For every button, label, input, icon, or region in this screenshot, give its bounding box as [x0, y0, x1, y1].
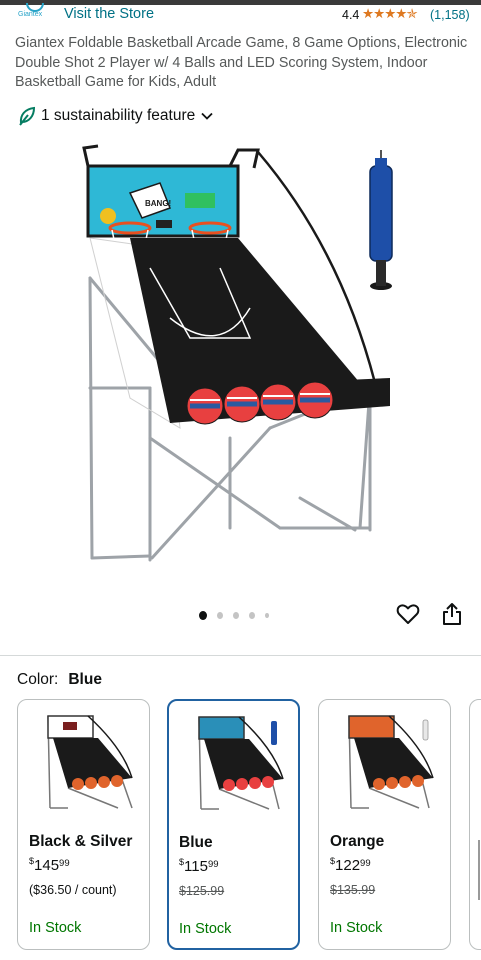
color-option-next-peek[interactable] — [469, 699, 481, 950]
carousel-dot[interactable] — [264, 612, 269, 618]
carousel-dot[interactable] — [216, 611, 223, 619]
brand-logo-text: Giantex — [18, 11, 43, 18]
product-title: Giantex Foldable Basketball Arcade Game,… — [15, 35, 468, 90]
price-cents: 99 — [207, 859, 219, 870]
price-cents: 99 — [360, 858, 371, 869]
color-option-thumbnail — [348, 715, 434, 809]
color-label: Color: — [17, 671, 59, 688]
carousel-dot[interactable] — [199, 610, 207, 620]
currency-symbol: $ — [29, 856, 35, 866]
currency-symbol: $ — [179, 857, 185, 867]
stock-status: In Stock — [29, 920, 82, 936]
color-option-thumbnail — [198, 716, 284, 810]
color-option-name: Blue — [179, 834, 213, 851]
color-option-price: $12299 — [330, 856, 371, 874]
rating-value: 4.4 — [342, 8, 360, 22]
visit-store-link[interactable]: Visit the Store — [64, 6, 154, 22]
color-selected-value: Blue — [68, 671, 102, 688]
sustainability-features-toggle[interactable]: 1 sustainability feature — [18, 105, 213, 127]
sustainability-label: 1 sustainability feature — [41, 107, 196, 124]
color-option-price: $14599 — [29, 856, 70, 874]
color-option-name: Black & Silver — [29, 833, 133, 850]
list-price: $125.99 — [179, 884, 225, 898]
color-option-name: Orange — [330, 833, 385, 850]
price-whole: 145 — [34, 857, 60, 874]
share-icon[interactable] — [441, 602, 463, 626]
color-option-thumbnail — [47, 715, 133, 809]
stock-status: In Stock — [330, 920, 383, 936]
carousel-dot[interactable] — [248, 611, 255, 619]
price-whole: 122 — [335, 857, 361, 874]
svg-text:BANG!: BANG! — [145, 199, 171, 208]
price-whole: 115 — [184, 858, 208, 875]
rating-count-link[interactable]: (1,158) — [430, 8, 470, 22]
store-row: Giantex Visit the Store 4.4 ★★★★✯ (1,158… — [0, 3, 481, 27]
color-option-black-silver[interactable]: Black & Silver $14599 ($36.50 / count) I… — [17, 699, 150, 950]
stock-status: In Stock — [179, 921, 232, 937]
product-image[interactable]: BANG! — [70, 138, 410, 568]
image-carousel-indicator[interactable] — [199, 609, 279, 621]
rating-stars-icon[interactable]: ★★★★✯ — [362, 6, 418, 22]
section-divider — [0, 655, 481, 656]
heart-icon[interactable] — [396, 602, 420, 626]
color-option-orange[interactable]: Orange $12299 $135.99 In Stock — [318, 699, 451, 950]
chevron-down-icon — [201, 112, 213, 120]
price-cents: 99 — [59, 858, 70, 869]
leaf-icon — [19, 106, 36, 126]
color-option-thumbnail — [478, 840, 480, 900]
color-option-price: $11599 — [179, 857, 219, 875]
brand-logo[interactable]: Giantex — [18, 3, 52, 23]
color-selector-heading: Color: Blue — [17, 671, 102, 689]
carousel-dot[interactable] — [232, 611, 239, 619]
list-price: $135.99 — [330, 883, 376, 897]
unit-price: ($36.50 / count) — [29, 883, 117, 897]
currency-symbol: $ — [330, 856, 336, 866]
color-option-blue[interactable]: Blue $11599 $125.99 In Stock — [167, 699, 300, 950]
